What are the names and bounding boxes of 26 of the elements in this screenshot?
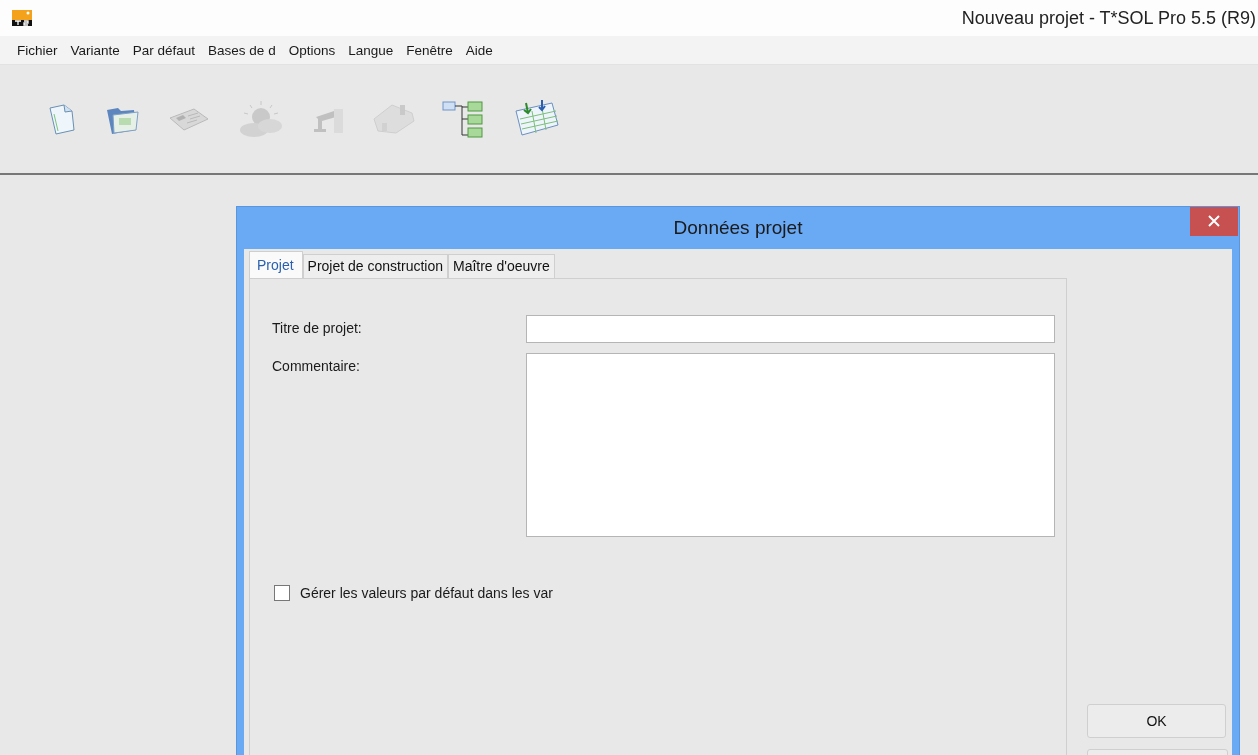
close-icon <box>1208 215 1220 227</box>
ok-button[interactable]: OK <box>1087 704 1226 738</box>
spreadsheet-icon[interactable] <box>512 99 562 139</box>
menu-item[interactable]: Bases de d <box>201 42 282 58</box>
dialog-title: Données projet <box>673 217 803 239</box>
menu-item[interactable]: Fichier <box>10 42 64 58</box>
menu-item[interactable]: Aide <box>458 42 499 58</box>
close-button[interactable] <box>1190 207 1238 236</box>
menu-item[interactable]: Fenêtre <box>399 42 459 58</box>
comment-field[interactable] <box>526 353 1055 537</box>
tab[interactable]: Maître d'oeuvre <box>448 254 555 278</box>
field-label: Titre de projet: <box>272 319 363 338</box>
app-logo-icon <box>12 10 32 26</box>
folder-tree-icon[interactable] <box>442 99 486 139</box>
menu-item[interactable]: Langue <box>341 42 400 58</box>
menu-item[interactable]: Options <box>281 42 342 58</box>
tab[interactable]: Projet <box>249 251 303 278</box>
house-icon <box>372 101 416 137</box>
menu-item[interactable]: Par défaut <box>125 42 202 58</box>
checkbox[interactable] <box>274 585 290 601</box>
field-label: Commentaire: <box>272 357 361 376</box>
checkbox-label: Gérer les valeurs par défaut dans les var <box>300 585 553 601</box>
window-title: Nouveau projet - T*SOL Pro 5.5 (R9) <box>961 7 1256 29</box>
menu-item[interactable]: Variante <box>63 42 126 58</box>
title-field[interactable] <box>526 315 1055 343</box>
tab[interactable]: Projet de construction <box>302 254 448 278</box>
